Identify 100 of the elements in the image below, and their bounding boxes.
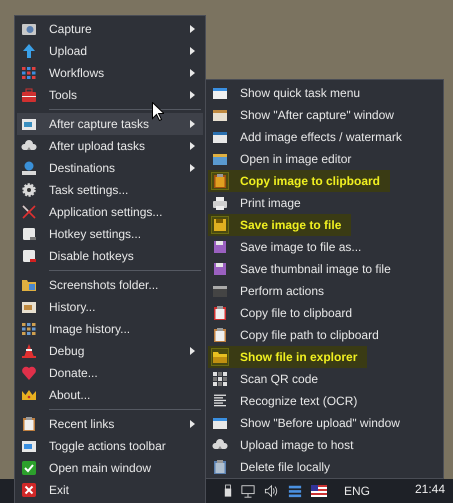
menu-item-label: Disable hotkeys [49,249,135,263]
printer-icon [212,195,228,211]
menu-item-label: Workflows [49,66,106,80]
menu-item-label: Exit [49,483,70,497]
camera-icon [21,21,37,37]
up-arrow-icon [21,43,37,59]
menu-item-label: Show "After capture" window [240,108,394,122]
menu-item-label: Capture [49,22,93,36]
menu-item[interactable]: Task settings... [17,179,203,201]
clipboard-icon [212,327,228,343]
menu-item-label: About... [49,388,92,402]
menu-item-label: History... [49,300,96,314]
folder-icon [212,349,228,365]
menu-item[interactable]: Upload [17,40,203,62]
checkable-menu-item[interactable]: Show "After capture" window [208,104,404,126]
menu-item[interactable]: Donate... [17,362,203,384]
toolbox-icon [21,87,37,103]
menu-item-label: Show "Before upload" window [240,416,400,430]
menu-item[interactable]: After capture tasks [17,113,203,135]
menu-item[interactable]: Disable hotkeys [17,245,203,267]
menu-item-label: Show file in explorer [240,350,358,364]
menu-item-label: Upload image to host [240,438,354,452]
checkable-menu-item[interactable]: Upload image to host [208,434,364,456]
checkable-menu-item[interactable]: Show "Before upload" window [208,412,410,434]
checkable-menu-item[interactable]: Show file in explorer [208,346,368,368]
menu-item[interactable]: About... [17,384,203,406]
menu-item-label: Toggle actions toolbar [49,439,167,453]
menu-item-label: Delete file locally [240,460,330,474]
menu-item-label: Tools [49,88,78,102]
menu-item[interactable]: Exit [17,479,203,501]
network-icon[interactable] [241,484,255,498]
menu-item[interactable]: Debug [17,340,203,362]
menu-item[interactable]: Open main window [17,457,203,479]
menu-item-label: Open main window [49,461,152,475]
clipboard-icon [212,305,228,321]
menu-item[interactable]: Screenshots folder... [17,274,203,296]
menu-item-label: Donate... [49,366,99,380]
globe-drive-icon [21,160,37,176]
checkable-menu-item[interactable]: Recognize text (OCR) [208,390,368,412]
checkable-menu-item[interactable]: Save thumbnail image to file [208,258,401,280]
menu-item[interactable]: Toggle actions toolbar [17,435,203,457]
menu-item[interactable]: Capture [17,18,203,40]
menu-item[interactable]: Workflows [17,62,203,84]
clock[interactable]: 21:44 [414,482,445,496]
checkable-menu-item[interactable]: Show quick task menu [208,82,370,104]
close-icon [21,482,37,498]
checkable-menu-item[interactable]: Copy file to clipboard [208,302,362,324]
checkable-menu-item[interactable]: Save image to file [208,214,352,236]
checkable-menu-item[interactable]: Open in image editor [208,148,362,170]
window-icon [212,107,228,123]
menu-item[interactable]: After upload tasks [17,135,203,157]
menu-item-label: Application settings... [49,205,164,219]
menu-item[interactable]: Recent links [17,413,203,435]
menu-item-label: Copy file path to clipboard [240,328,379,342]
menu-item-label: Add image effects / watermark [240,130,402,144]
menu-item[interactable]: History... [17,296,203,318]
usb-icon[interactable] [224,484,232,498]
menu-item-label: After capture tasks [49,117,150,131]
menu-item-label: Recognize text (OCR) [240,394,358,408]
menu-item-label: After upload tasks [49,139,146,153]
checkable-menu-item[interactable]: Scan QR code [208,368,328,390]
checkable-menu-item[interactable]: Copy image to clipboard [208,170,390,192]
menu-item[interactable]: Application settings... [17,201,203,223]
menu-item-label: Hotkey settings... [49,227,142,241]
menu-item-label: Recent links [49,417,116,431]
menu-item-label: Task settings... [49,183,130,197]
menu-item-label: Save thumbnail image to file [240,262,391,276]
menu-item[interactable]: Hotkey settings... [17,223,203,245]
checkable-menu-item[interactable]: Print image [208,192,311,214]
terminal-icon [212,283,228,299]
text-lines-icon [212,393,228,409]
menu-item-label: Image history... [49,322,132,336]
menu-item-label: Copy file to clipboard [240,306,352,320]
qr-code-icon [212,371,228,387]
mouse-cursor-icon [152,102,164,121]
checkable-menu-item[interactable]: Copy file path to clipboard [208,324,389,346]
menu-item-label: Save image to file [240,218,342,232]
flag-icon[interactable] [311,485,327,497]
language-indicator[interactable]: ENG [344,484,370,498]
traffic-cone-icon [21,343,37,359]
clipboard-icon [21,416,37,432]
menu-item[interactable]: Destinations [17,157,203,179]
settings-icon [21,182,37,198]
folder-icon [21,277,37,293]
checkable-menu-item[interactable]: Save image to file as... [208,236,372,258]
menu-item-label: Debug [49,344,86,358]
volume-icon[interactable] [264,484,279,498]
clipboard-icon [212,173,228,189]
menu-item-label: Upload [49,44,88,58]
menu-item[interactable]: Image history... [17,318,203,340]
checkable-menu-item[interactable]: Delete file locally [208,456,340,478]
list-icon[interactable] [288,484,302,498]
checkable-menu-item[interactable]: Add image effects / watermark [208,126,412,148]
menu-item-label: Print image [240,196,301,210]
menu-item-label: Open in image editor [240,152,352,166]
menu-item-label: Copy image to clipboard [240,174,380,188]
checkable-menu-item[interactable]: Perform actions [208,280,334,302]
menu-item-label: Screenshots folder... [49,278,160,292]
menu-item[interactable]: Tools [17,84,203,106]
menu-item-label: Destinations [49,161,116,175]
